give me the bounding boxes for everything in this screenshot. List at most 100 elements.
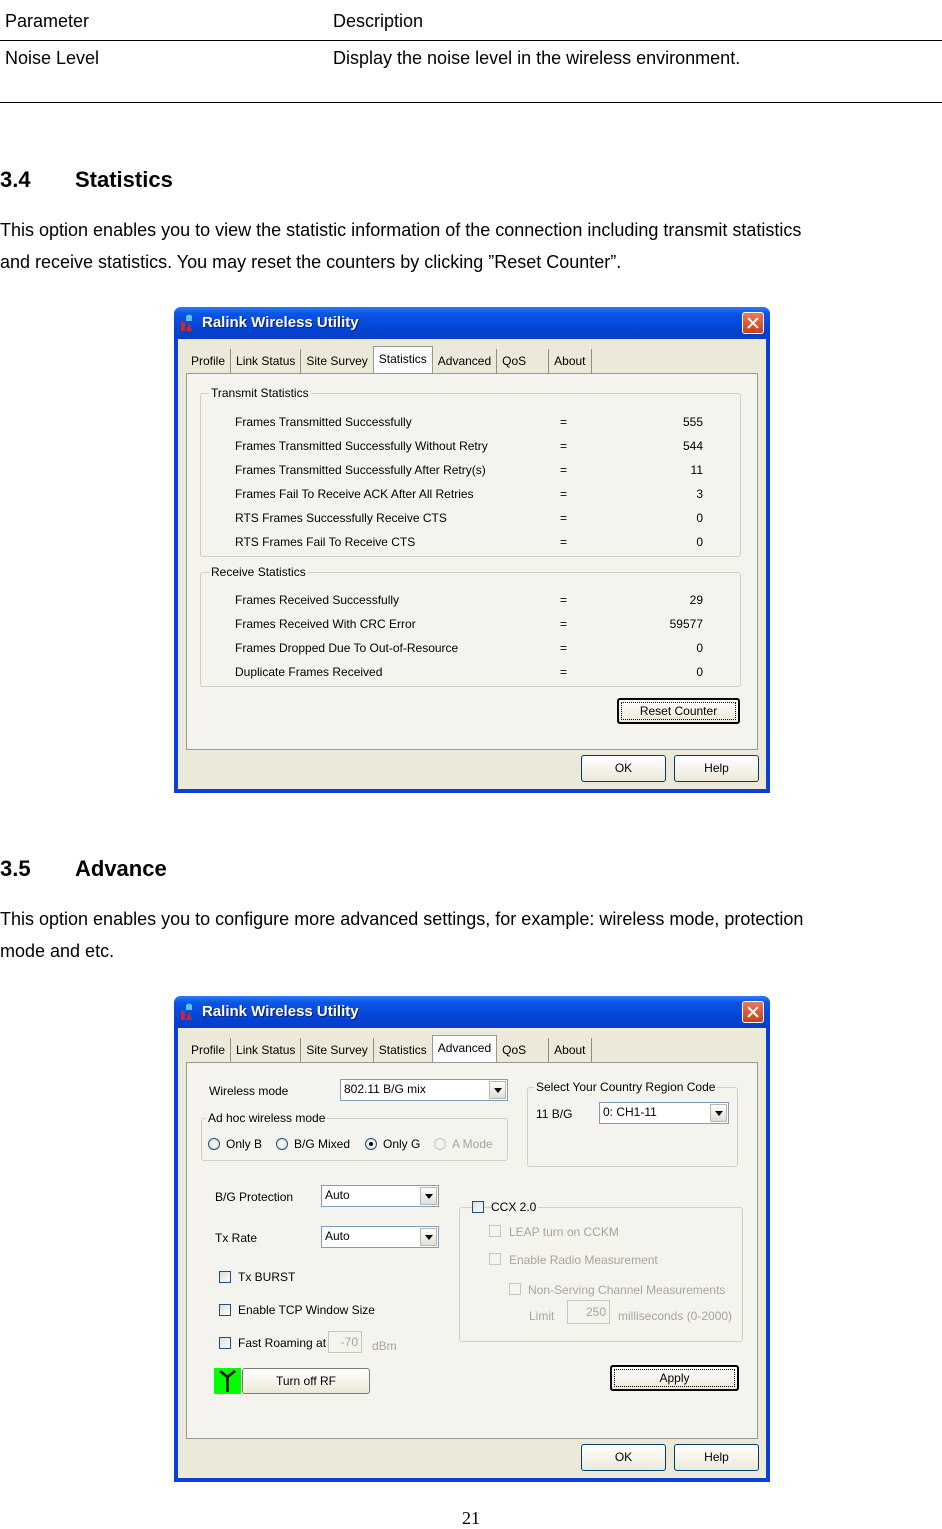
ok-button[interactable]: OK [581,755,666,782]
section-title-statistics: Statistics [75,167,173,192]
antenna-icon [219,1370,236,1392]
fast-roaming-checkbox[interactable] [219,1337,231,1349]
tab-advanced[interactable]: Advanced [433,349,498,373]
limit-unit: milliseconds (0-2000) [618,1309,733,1323]
section-number-statistics: 3.4 [0,167,31,192]
advance-paragraph-line-2: mode and etc. [0,941,115,961]
table-divider [0,40,942,41]
radio-only-g[interactable] [365,1138,377,1150]
tab-about[interactable]: About [549,349,592,373]
tx-burst-label: Tx BURST [238,1270,296,1284]
radio-a-mode[interactable] [434,1138,446,1150]
stat-row-value: 29 [689,593,703,607]
limit-input[interactable]: 250 [567,1300,610,1324]
help-button[interactable]: Help [674,1444,759,1471]
help-button[interactable]: Help [674,755,759,782]
tab-advanced[interactable]: Advanced [431,1035,498,1063]
radio-measurement-label: Enable Radio Measurement [509,1253,658,1267]
chevron-down-icon[interactable] [710,1104,727,1122]
window-title: Ralink Wireless Utility [202,1003,359,1020]
reset-counter-button[interactable]: Reset Counter [617,698,740,724]
bg-protection-select[interactable]: Auto [321,1185,439,1207]
tab-statistics[interactable]: Statistics [372,346,433,374]
tab-statistics[interactable]: Statistics [374,1038,432,1062]
title-bar[interactable]: Ralink Wireless Utility [174,996,770,1028]
leap-cckm-checkbox[interactable] [489,1225,501,1237]
stat-row-name: Frames Received With CRC Error [235,617,416,631]
stat-row-value: 0 [696,535,703,549]
table-cell-description: Display the noise level in the wireless … [333,48,741,68]
wireless-mode-label: Wireless mode [209,1084,289,1098]
tab-about[interactable]: About [549,1038,592,1062]
section-title-advance: Advance [75,856,167,881]
stat-row-name: Frames Dropped Due To Out-of-Resource [235,641,459,655]
window-client-area: Profile Link Status Site Survey Statisti… [178,1028,766,1478]
statistics-paragraph-line-2: and receive statistics. You may reset th… [0,252,622,272]
country-region-select[interactable]: 0: CH1-11 [599,1102,729,1124]
country-band-label: 11 B/G [536,1107,573,1121]
tab-profile[interactable]: Profile [186,1038,232,1062]
tx-rate-label: Tx Rate [215,1231,258,1245]
stat-row-value: 59577 [669,617,703,631]
tab-bar: Profile Link Status Site Survey Statisti… [186,1035,592,1063]
apply-button[interactable]: Apply [610,1365,739,1391]
stat-row-value: 555 [682,415,703,429]
radio-bg-mixed-label: B/G Mixed [294,1137,351,1151]
chevron-down-icon[interactable] [489,1081,506,1099]
close-icon[interactable] [742,312,764,334]
adhoc-mode-label: Ad hoc wireless mode [206,1111,328,1125]
window-client-area: Profile Link Status Site Survey Statisti… [178,339,766,789]
wireless-mode-select[interactable]: 802.11 B/G mix [340,1079,508,1101]
tab-link-status[interactable]: Link Status [231,349,302,373]
ok-button[interactable]: OK [581,1444,666,1471]
radio-bg-mixed[interactable] [276,1138,288,1150]
stat-row-equals: = [560,665,568,679]
stat-row-equals: = [560,535,568,549]
fast-roaming-unit: dBm [372,1339,397,1353]
tab-profile[interactable]: Profile [186,349,232,373]
tab-qos[interactable]: QoS [497,349,550,373]
tab-link-status[interactable]: Link Status [231,1038,302,1062]
turn-off-rf-button[interactable]: Turn off RF [242,1368,370,1394]
tab-qos[interactable]: QoS [497,1038,550,1062]
tx-rate-select[interactable]: Auto [321,1226,439,1248]
rf-status-indicator [214,1368,241,1394]
stat-row-name: RTS Frames Fail To Receive CTS [235,535,416,549]
advanced-tab-panel: Wireless mode 802.11 B/G mix Ad hoc wire… [186,1062,758,1439]
non-serving-checkbox[interactable] [509,1283,521,1295]
fast-roaming-threshold-input[interactable]: -70 [328,1331,362,1353]
title-bar[interactable]: Ralink Wireless Utility [174,307,770,339]
statistics-tab-panel: Transmit Statistics Receive Statistics F… [186,373,758,750]
tab-site-survey[interactable]: Site Survey [301,349,372,373]
stat-row-value: 0 [696,511,703,525]
leap-cckm-label: LEAP turn on CCKM [509,1225,619,1239]
tx-burst-checkbox[interactable] [219,1271,231,1283]
stat-row-equals: = [560,463,568,477]
stat-row-value: 11 [690,463,703,477]
chevron-down-icon[interactable] [420,1228,437,1246]
radio-only-b-label: Only B [226,1137,263,1151]
ccx-checkbox[interactable] [472,1201,484,1213]
chevron-down-icon[interactable] [420,1187,437,1205]
ralink-app-icon [181,314,192,331]
table-header-parameter: Parameter [5,11,90,31]
fast-roaming-label: Fast Roaming at [238,1336,327,1350]
stat-row-value: 0 [696,665,703,679]
stat-row-equals: = [560,511,568,525]
statistics-window: Ralink Wireless Utility Profile Link Sta… [174,307,770,793]
close-icon[interactable] [742,1001,764,1023]
wireless-mode-value: 802.11 B/G mix [344,1082,426,1096]
stat-row-value: 544 [682,439,703,453]
stat-row-equals: = [560,617,568,631]
tcp-window-checkbox[interactable] [219,1304,231,1316]
stat-row-equals: = [560,641,568,655]
stat-row-value: 0 [696,641,703,655]
limit-label: Limit [529,1309,555,1323]
stat-row-equals: = [560,487,568,501]
radio-measurement-checkbox[interactable] [489,1253,501,1265]
table-header-description: Description [333,11,424,31]
stat-row-name: Frames Received Successfully [235,593,400,607]
tx-rate-value: Auto [325,1229,350,1243]
tab-site-survey[interactable]: Site Survey [301,1038,374,1062]
radio-only-b[interactable] [208,1138,220,1150]
